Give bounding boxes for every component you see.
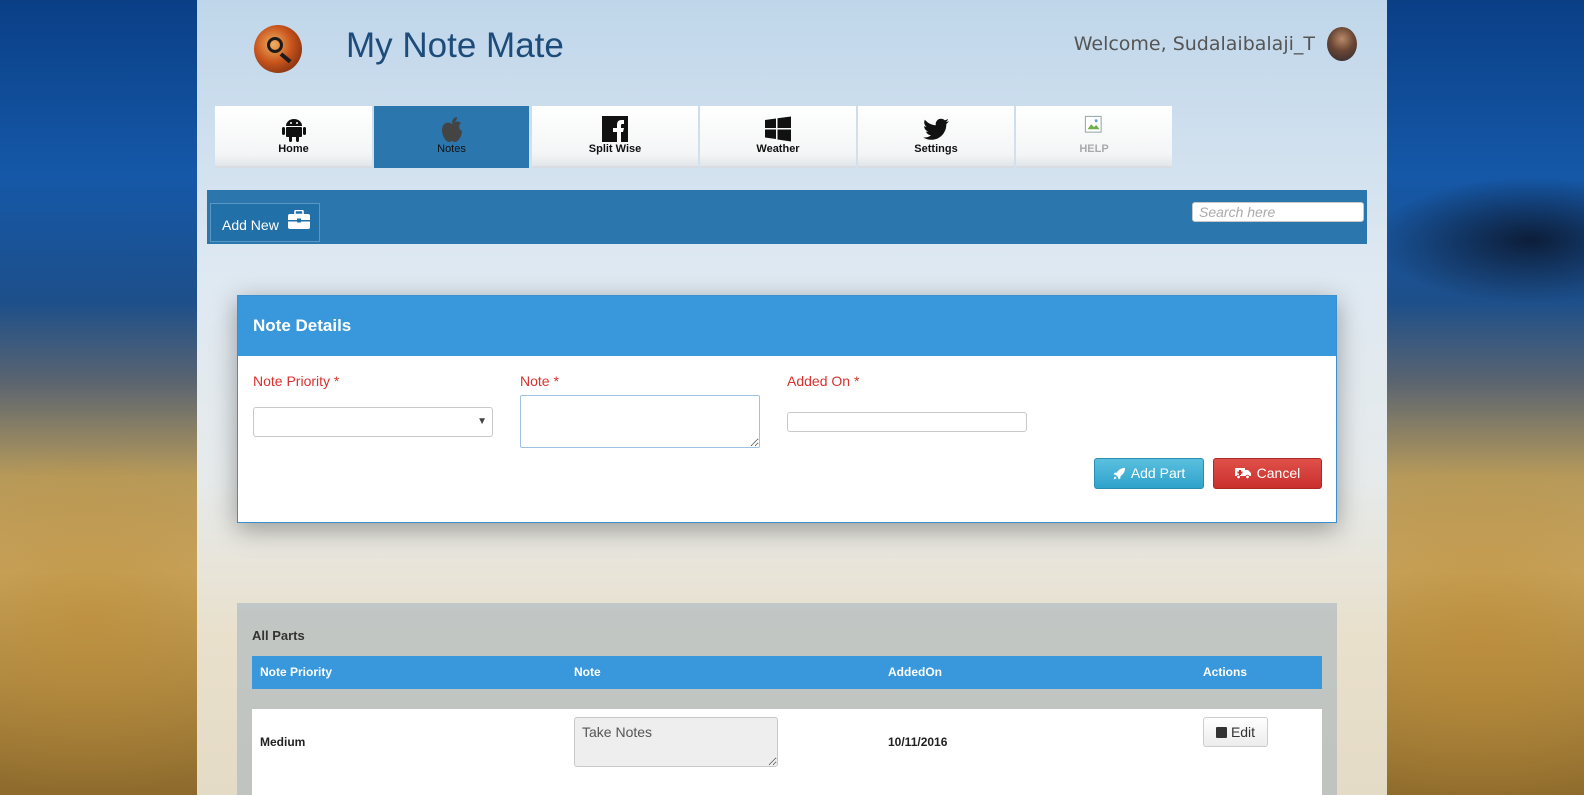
tab-notes[interactable]: Notes xyxy=(374,106,529,168)
add-part-label: Add Part xyxy=(1130,465,1186,481)
magnifier-handle xyxy=(279,52,292,64)
column-header: Note Priority xyxy=(260,665,333,679)
add-part-button[interactable]: Add Part xyxy=(1094,458,1204,489)
toolbar: Add New xyxy=(207,190,1367,244)
all-parts-section: All Parts Note Priority Note AddedOn Act… xyxy=(237,603,1337,795)
row-note-textarea[interactable]: Take Notes xyxy=(574,717,778,767)
tab-weather[interactable]: Weather xyxy=(700,106,856,168)
note-textarea[interactable] xyxy=(520,395,760,448)
broken-image-icon xyxy=(1084,115,1102,133)
column-header: Actions xyxy=(1203,665,1248,679)
windows-icon xyxy=(765,116,791,142)
twitter-icon xyxy=(923,118,949,140)
user-avatar[interactable] xyxy=(1327,27,1357,61)
welcome-text: Welcome, Sudalaibalaji_T xyxy=(1073,33,1315,55)
briefcase-icon xyxy=(288,210,310,229)
cancel-label: Cancel xyxy=(1256,465,1301,481)
tab-label: Home xyxy=(278,143,309,155)
tab-label: Split Wise xyxy=(588,143,642,155)
added-on-label: Added On * xyxy=(787,373,860,389)
rocket-icon xyxy=(1113,467,1125,480)
ambulance-icon xyxy=(1234,468,1251,480)
apple-icon xyxy=(441,117,462,142)
panel-title: Note Details xyxy=(253,316,352,335)
tab-split-wise[interactable]: Split Wise xyxy=(532,106,698,168)
column-header: AddedOn xyxy=(888,665,942,679)
edit-label: Edit xyxy=(1230,724,1256,740)
edit-button[interactable]: Edit xyxy=(1203,717,1268,747)
tab-help[interactable]: HELP xyxy=(1016,106,1172,168)
all-parts-title: All Parts xyxy=(252,628,305,643)
panel-header xyxy=(238,296,1336,356)
add-new-button[interactable]: Add New xyxy=(210,203,320,242)
added-on-input[interactable] xyxy=(787,412,1027,432)
tab-home[interactable]: Home xyxy=(215,106,372,168)
edit-icon xyxy=(1215,727,1227,738)
magnifier-icon xyxy=(267,37,283,53)
tab-settings[interactable]: Settings xyxy=(858,106,1014,168)
column-header: Note xyxy=(574,665,601,679)
chevron-down-icon: ▼ xyxy=(477,416,487,427)
tab-label: HELP xyxy=(1079,143,1109,155)
row-added-on: 10/11/2016 xyxy=(888,735,948,749)
table-row: Medium Take Notes 10/11/2016 Edit xyxy=(252,709,1322,795)
facebook-icon xyxy=(602,116,628,142)
add-new-label: Add New xyxy=(222,217,279,233)
tab-label: Settings xyxy=(914,143,958,155)
priority-select[interactable]: ▼ xyxy=(253,407,493,437)
note-details-panel: Note Details Note Priority * ▼ Note * Ad… xyxy=(237,295,1337,523)
note-label: Note * xyxy=(520,373,559,389)
tab-label: Weather xyxy=(756,143,800,155)
priority-label: Note Priority * xyxy=(253,373,340,389)
app-logo[interactable] xyxy=(254,25,302,73)
table-header: Note Priority Note AddedOn Actions xyxy=(252,656,1322,689)
row-priority: Medium xyxy=(260,735,306,749)
page-container: My Note Mate Welcome, Sudalaibalaji_T Ho… xyxy=(197,0,1387,795)
tab-label: Notes xyxy=(437,143,466,155)
search-input[interactable] xyxy=(1192,202,1364,222)
app-title: My Note Mate xyxy=(346,26,564,65)
android-icon xyxy=(281,119,306,142)
cancel-button[interactable]: Cancel xyxy=(1213,458,1322,489)
